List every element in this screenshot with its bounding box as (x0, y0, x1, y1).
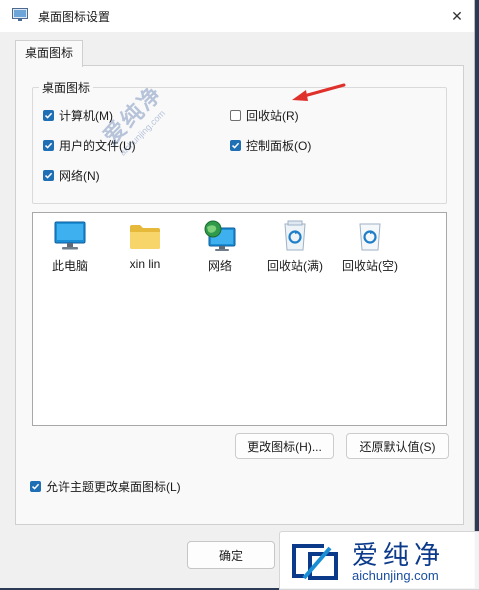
desktop-icon-settings-dialog: 桌面图标设置 ✕ 桌面图标 桌面图标 计算机(M) 回收站(R) 用户的文件(U… (0, 0, 475, 588)
icon-label: 网络 (207, 259, 232, 273)
icon-label: 此电脑 (51, 259, 88, 273)
icon-item-network[interactable]: 网络 (185, 219, 255, 274)
checkbox-box[interactable] (230, 110, 241, 121)
watermark-logo: 爱纯净 aichunjing.com (279, 531, 479, 590)
monitor-icon (35, 219, 105, 253)
recycle-bin-empty-icon (335, 219, 405, 253)
icon-item-user-folder[interactable]: xin lin (110, 219, 180, 271)
checkbox-box[interactable] (43, 110, 54, 121)
checkbox-label: 控制面板(O) (246, 139, 312, 153)
icon-list[interactable]: 此电脑 xin lin 网络 回收站(满) 回收站(空) (32, 212, 447, 426)
red-arrow-annotation (292, 83, 346, 101)
watermark-brand: 爱纯净 (352, 541, 446, 571)
settings-app-icon (12, 8, 28, 22)
ok-button[interactable]: 确定 (187, 541, 275, 569)
icon-item-this-pc[interactable]: 此电脑 (35, 219, 105, 274)
tab-desktop-icons[interactable]: 桌面图标 (15, 40, 83, 67)
close-icon: ✕ (451, 7, 463, 24)
checkbox-box[interactable] (43, 140, 54, 151)
checkbox-label: 网络(N) (59, 169, 100, 183)
network-icon (185, 219, 255, 253)
restore-default-button[interactable]: 还原默认值(S) (346, 433, 449, 459)
checkbox-box[interactable] (30, 481, 41, 492)
folder-icon (110, 219, 180, 253)
icon-label: 回收站(满) (267, 259, 323, 273)
checkbox-recycle-bin[interactable]: 回收站(R) (230, 107, 299, 124)
checkbox-allow-themes[interactable]: 允许主题更改桌面图标(L) (30, 478, 181, 495)
checkbox-network[interactable]: 网络(N) (43, 167, 100, 184)
icon-label: 回收站(空) (342, 259, 398, 273)
checkbox-control-panel[interactable]: 控制面板(O) (230, 137, 311, 154)
icon-item-recycle-bin-full[interactable]: 回收站(满) (260, 219, 330, 274)
checkbox-label: 允许主题更改桌面图标(L) (46, 480, 181, 494)
brand-logo-icon (292, 544, 338, 580)
tab-panel: 桌面图标 计算机(M) 回收站(R) 用户的文件(U) 控制面板(O) 网络(N… (15, 65, 464, 525)
group-legend: 桌面图标 (39, 79, 94, 96)
desktop-icons-group: 桌面图标 计算机(M) 回收站(R) 用户的文件(U) 控制面板(O) 网络(N… (32, 79, 447, 204)
close-button[interactable]: ✕ (440, 0, 474, 32)
icon-item-recycle-bin-empty[interactable]: 回收站(空) (335, 219, 405, 274)
checkbox-box[interactable] (230, 140, 241, 151)
change-icon-button[interactable]: 更改图标(H)... (235, 433, 334, 459)
window-title: 桌面图标设置 (38, 10, 111, 24)
icon-label: xin lin (129, 257, 161, 271)
recycle-bin-full-icon (260, 219, 330, 253)
watermark-domain: aichunjing.com (352, 568, 439, 583)
title-bar: 桌面图标设置 ✕ (0, 0, 474, 32)
checkbox-label: 回收站(R) (246, 109, 299, 123)
checkbox-box[interactable] (43, 170, 54, 181)
